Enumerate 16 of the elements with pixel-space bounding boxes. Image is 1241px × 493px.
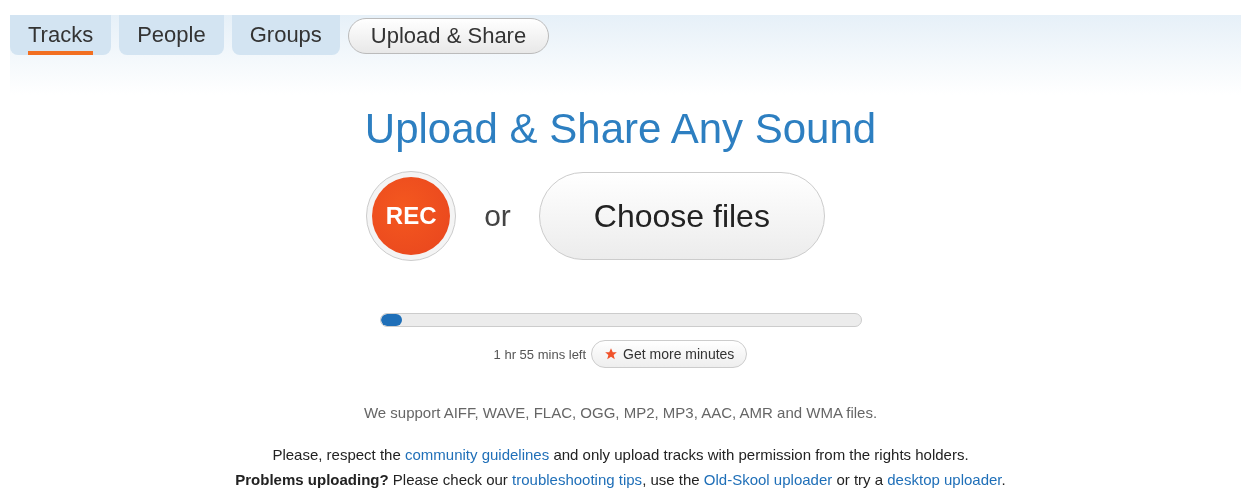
or-text: or: [484, 199, 511, 233]
get-more-minutes-button[interactable]: Get more minutes: [591, 340, 748, 368]
notice-text: Please, respect the community guidelines and only upload tracks with permission from the rights holders.: [272, 446, 969, 463]
nav-tab[interactable]: People: [119, 15, 224, 55]
star-icon: [604, 347, 619, 361]
upload-share-button[interactable]: Upload & Share: [347, 18, 550, 54]
text-link[interactable]: desktop uploader: [887, 471, 1002, 488]
nav-tab[interactable]: Groups: [231, 15, 340, 55]
text-link[interactable]: community guidelines: [404, 446, 550, 463]
notice-text: Problems uploading? Please check our troubleshooting tips, use the Old-Skool uploader or try a desktop uploader.: [235, 471, 1006, 488]
choose-files-button[interactable]: Choose files: [538, 172, 825, 260]
formats-note: We support AIFF, WAVE, FLAC, OGG, MP2, MP3, AAC, AMR and WMA files.: [363, 404, 878, 421]
time-left: 1 hr 55 mins left: [493, 346, 587, 362]
page-title: Upload & Share Any Sound: [364, 105, 877, 153]
text-link[interactable]: Old-Skool uploader: [703, 471, 833, 488]
nav-tab[interactable]: Tracks: [10, 15, 112, 55]
